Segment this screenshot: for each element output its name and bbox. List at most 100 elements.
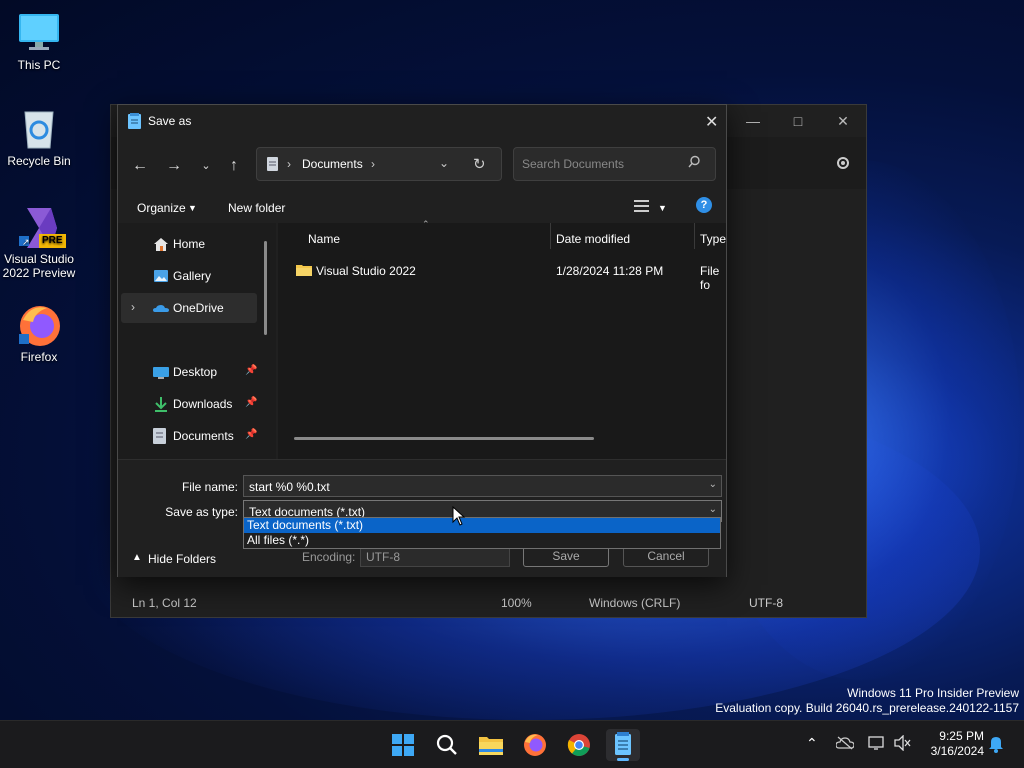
firefox-icon[interactable] — [518, 729, 552, 761]
home-icon — [153, 236, 169, 252]
download-icon — [153, 396, 169, 412]
chevron-down-icon[interactable]: ⌄ — [439, 156, 449, 170]
chevron-down-icon[interactable]: ⌄ — [194, 154, 218, 178]
view-options-icon[interactable] — [634, 199, 650, 216]
chevron-up-icon[interactable]: ⌃ — [806, 735, 818, 752]
pin-icon[interactable]: 📌 — [245, 429, 257, 440]
forward-arrow-icon[interactable]: → — [162, 154, 186, 178]
file-list: ⌃ Name Date modified Type Visual Studio … — [278, 219, 726, 459]
encoding-status: UTF-8 — [749, 596, 783, 610]
pin-icon[interactable]: 📌 — [245, 397, 257, 408]
gear-icon[interactable] — [835, 155, 851, 174]
clock-time: 9:25 PM — [939, 729, 984, 743]
firefox-icon — [17, 302, 61, 346]
desktop-icon-firefox[interactable]: Firefox — [0, 302, 78, 364]
network-icon[interactable] — [868, 735, 886, 754]
chevron-right-icon[interactable]: › — [371, 157, 375, 171]
gallery-icon — [153, 268, 169, 284]
address-bar[interactable]: › Documents › ⌄ ↻ — [256, 147, 502, 181]
maximize-icon[interactable]: □ — [788, 111, 808, 131]
hide-folders-button[interactable]: Hide Folders — [148, 552, 216, 566]
minimize-icon[interactable]: — — [743, 111, 763, 131]
nav-label: Downloads — [173, 397, 233, 411]
watermark-line2: Evaluation copy. Build 26040.rs_prerelea… — [715, 701, 1019, 715]
dropdown-option-selected[interactable]: Text documents (*.txt) — [244, 518, 720, 533]
caret-down-icon[interactable]: ▼ — [188, 203, 197, 213]
file-name-value: start %0 %0.txt — [249, 480, 330, 494]
search-icon[interactable] — [688, 155, 701, 171]
watermark-line1: Windows 11 Pro Insider Preview — [847, 686, 1019, 700]
file-name-cell: Visual Studio 2022 — [316, 264, 416, 278]
clock[interactable]: 9:25 PM 3/16/2024 — [918, 729, 984, 759]
nav-item-downloads[interactable]: Downloads 📌 — [121, 389, 257, 419]
volume-muted-icon[interactable] — [894, 734, 912, 754]
chevron-down-icon[interactable]: ⌄ — [709, 479, 717, 490]
nav-item-documents[interactable]: Documents 📌 — [121, 421, 257, 451]
encoding-label: Encoding: — [302, 550, 356, 564]
cursor-position: Ln 1, Col 12 — [132, 596, 197, 610]
column-header-date[interactable]: Date modified — [556, 232, 630, 246]
new-folder-button[interactable]: New folder — [228, 201, 285, 215]
search-input[interactable]: Search Documents — [513, 147, 716, 181]
table-row[interactable]: Visual Studio 2022 1/28/2024 11:28 PM Fi… — [278, 257, 726, 292]
search-placeholder: Search Documents — [522, 157, 625, 171]
start-button[interactable] — [386, 729, 420, 761]
monitor-icon — [17, 10, 61, 54]
desktop-icon-recycle-bin[interactable]: Recycle Bin — [0, 106, 78, 168]
column-header-type[interactable]: Type — [700, 232, 726, 246]
desktop-icon-visual-studio[interactable]: ↗ PRE Visual Studio 2022 Preview — [0, 204, 78, 280]
nav-item-onedrive[interactable]: › OneDrive — [121, 293, 257, 323]
desktop-icon-label: Recycle Bin — [7, 154, 71, 168]
file-explorer-icon[interactable] — [474, 729, 508, 761]
notepad-statusbar: Ln 1, Col 12 100% Windows (CRLF) UTF-8 — [111, 589, 866, 617]
caret-down-icon[interactable]: ▼ — [658, 203, 667, 213]
folder-icon — [296, 263, 312, 280]
nav-item-desktop[interactable]: Desktop 📌 — [121, 357, 257, 387]
chevron-right-icon: › — [287, 157, 291, 171]
desktop-icon-label: Firefox — [20, 350, 58, 364]
taskbar: ⌃ 9:25 PM 3/16/2024 — [0, 720, 1024, 768]
zoom-level: 100% — [501, 596, 532, 610]
cloud-offline-icon[interactable] — [835, 736, 855, 753]
notepad-taskbar-icon[interactable] — [606, 729, 640, 761]
nav-item-home[interactable]: Home — [121, 229, 257, 259]
refresh-icon[interactable]: ↻ — [473, 155, 486, 173]
svg-text:↗: ↗ — [22, 238, 30, 248]
chevron-down-icon[interactable]: ⌄ — [709, 504, 717, 515]
file-name-label: File name: — [181, 480, 238, 494]
breadcrumb-documents[interactable]: Documents — [302, 157, 363, 171]
help-icon[interactable]: ? — [696, 197, 712, 213]
notification-bell-icon[interactable] — [988, 735, 1004, 756]
nav-label: Home — [173, 237, 206, 251]
file-name-field[interactable]: start %0 %0.txt ⌄ — [243, 475, 722, 497]
encoding-value: UTF-8 — [366, 550, 400, 564]
desktop-icon-label: This PC — [17, 58, 61, 72]
organize-button[interactable]: Organize — [137, 201, 186, 215]
dialog-titlebar: Save as ✕ — [118, 105, 726, 137]
chrome-icon[interactable] — [562, 729, 596, 761]
column-header-name[interactable]: Name — [308, 232, 340, 246]
back-arrow-icon[interactable]: ← — [128, 154, 152, 178]
file-type-cell: File fo — [700, 264, 720, 292]
close-icon[interactable]: ✕ — [833, 111, 853, 131]
dropdown-option[interactable]: All files (*.*) — [244, 533, 720, 548]
search-icon[interactable] — [430, 729, 464, 761]
close-icon[interactable]: ✕ — [705, 112, 718, 132]
visual-studio-icon: ↗ PRE — [17, 204, 66, 248]
horizontal-scrollbar[interactable] — [294, 437, 594, 440]
column-divider[interactable] — [694, 223, 695, 249]
chevron-up-icon[interactable]: ▲ — [132, 552, 142, 563]
nav-item-gallery[interactable]: Gallery — [121, 261, 257, 291]
column-divider[interactable] — [550, 223, 551, 249]
up-arrow-icon[interactable]: ↑ — [222, 154, 246, 178]
desktop-icon-label: Visual Studio 2022 Preview — [2, 252, 76, 280]
save-type-dropdown-list[interactable]: Text documents (*.txt) All files (*.*) — [243, 517, 721, 549]
nav-scrollbar[interactable] — [264, 241, 267, 335]
clock-date: 3/16/2024 — [930, 744, 984, 758]
pin-icon[interactable]: 📌 — [245, 365, 257, 376]
desktop-icon-this-pc[interactable]: This PC — [0, 10, 78, 72]
evaluation-watermark: Windows 11 Pro Insider Preview Evaluatio… — [715, 686, 1019, 716]
chevron-right-icon[interactable]: › — [131, 300, 135, 314]
nav-label: OneDrive — [173, 301, 224, 315]
desktop-folder-icon — [153, 364, 169, 380]
